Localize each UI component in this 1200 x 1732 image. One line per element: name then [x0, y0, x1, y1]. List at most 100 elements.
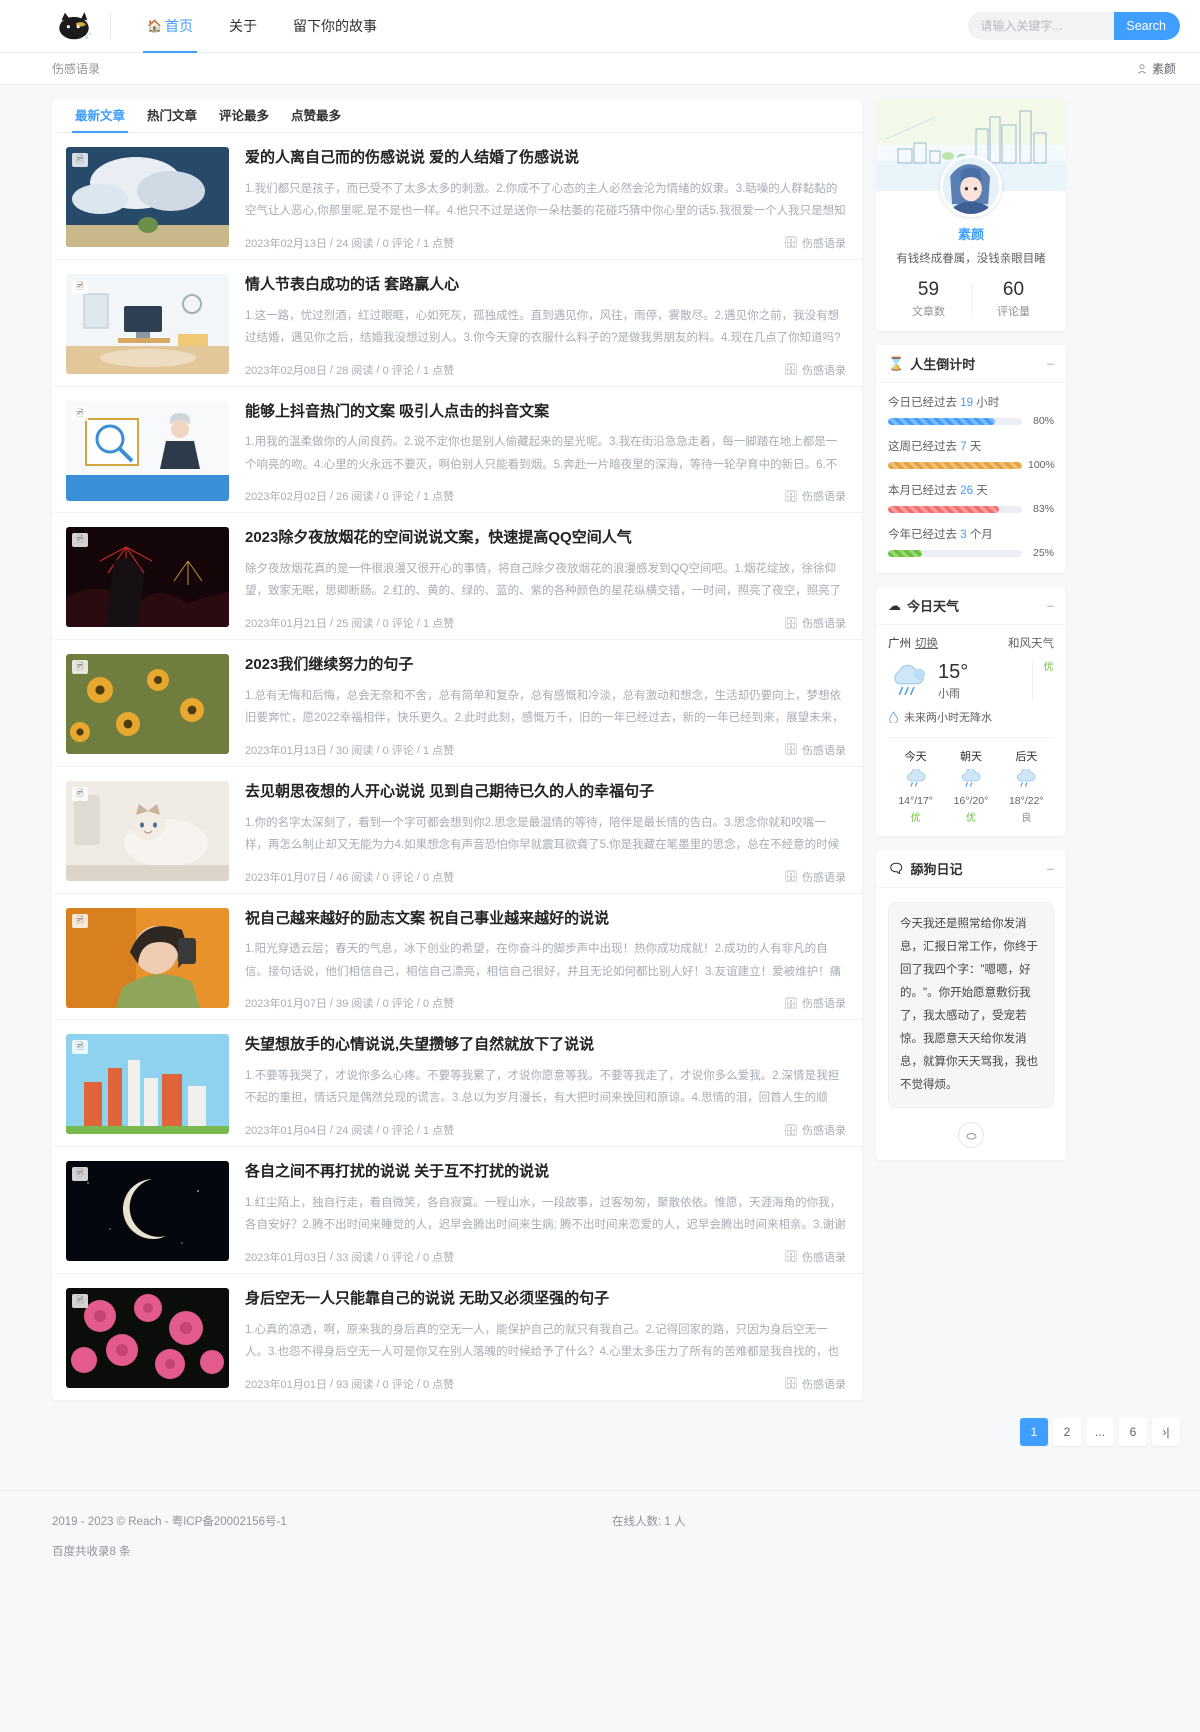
search-input[interactable] — [968, 12, 1115, 40]
article-title[interactable]: 爱的人离自己而的伤感说说 爱的人结婚了伤感说说 — [245, 147, 846, 169]
article-title[interactable]: 祝自己越来越好的励志文案 祝自己事业越来越好的说说 — [245, 908, 846, 930]
article-likes: 0 点赞 — [422, 871, 455, 884]
article-likes: 1 点赞 — [422, 364, 455, 377]
tab-most-likes[interactable]: 点赞最多 — [280, 99, 352, 133]
user-area[interactable]: 素颜 — [1136, 60, 1176, 77]
article-title[interactable]: 情人节表白成功的话 套路赢人心 — [245, 274, 846, 296]
article-item[interactable]: 🖻 能够上抖音热门的文案 吸引人点击的抖音文案 1.用我的温柔做你的人间良药。2.说… — [52, 387, 862, 514]
tab-most-comments[interactable]: 评论最多 — [208, 99, 280, 133]
article-meta: 2023年01月03日 / 33 阅读 / 0 评论 / 0 点赞 🗄 伤感语录 — [245, 1237, 846, 1265]
tab-hot[interactable]: 热门文章 — [136, 99, 208, 133]
article-category[interactable]: 🗄 伤感语录 — [784, 742, 846, 758]
article-date: 2023年01月04日 — [245, 1125, 327, 1137]
page-wrap: 最新文章 热门文章 评论最多 点赞最多 🖻 爱的人离自己而的伤感说说 爱的人结婚了… — [0, 85, 1200, 1400]
article-category[interactable]: 🗄 伤感语录 — [784, 235, 846, 251]
article-title[interactable]: 2023我们继续努力的句子 — [245, 654, 846, 676]
countdown-progress-track — [888, 505, 1022, 513]
article-category[interactable]: 🗄 伤感语录 — [784, 615, 846, 631]
countdown-suffix: 天 — [976, 485, 988, 497]
article-category[interactable]: 🗄 伤感语录 — [784, 488, 846, 504]
article-item[interactable]: 🖻 祝自己越来越好的励志文案 祝自己事业越来越好的说说 1.阳光穿透云层；春天的气息… — [52, 894, 862, 1021]
article-category[interactable]: 🗄 伤感语录 — [784, 1249, 846, 1265]
article-thumbnail[interactable]: 🖻 — [66, 273, 229, 374]
page-button-6[interactable]: 6 — [1119, 1417, 1147, 1446]
forecast-day-quality: 优 — [965, 813, 976, 824]
article-title[interactable]: 能够上抖音热门的文案 吸引人点击的抖音文案 — [245, 401, 846, 423]
article-description: 1.用我的温柔做你的人间良药。2.说不定你也是别人偷藏起来的星光呢。3.我在街沿… — [245, 436, 838, 471]
weather-collapse-button[interactable]: – — [1047, 598, 1054, 613]
nav-link-about[interactable]: 关于 — [211, 0, 275, 53]
article-item[interactable]: 🖻 2023除夕夜放烟花的空间说说文案，快速提高QQ空间人气 除夕夜放烟花真的是一件… — [52, 513, 862, 640]
countdown-title: 人生倒计时 — [910, 357, 976, 372]
tab-latest[interactable]: 最新文章 — [64, 99, 136, 133]
article-category-label: 伤感语录 — [802, 491, 846, 504]
footer-copyright: 2019 - 2023 © Reach - 粤ICP备20002156号-1 — [52, 1515, 287, 1528]
diary-refresh-button[interactable] — [958, 1122, 984, 1148]
breadcrumb[interactable]: 伤感语录 — [52, 60, 100, 77]
meta-sep-3: / — [413, 363, 423, 376]
page-button-ellipsis[interactable]: ... — [1086, 1417, 1114, 1446]
meta-sep-2: / — [373, 1250, 383, 1263]
article-description: 1.不要等我哭了，才说你多么心疼。不要等我累了，才说你愿意等我。不要等我走了，才… — [245, 1070, 840, 1105]
article-body: 身后空无一人只能靠自己的说说 无助又必须坚强的句子 1.心真的凉透，啊，原来我的身… — [245, 1288, 846, 1392]
article-thumbnail[interactable]: 🖻 — [66, 1161, 229, 1261]
article-meta: 2023年01月07日 / 39 阅读 / 0 评论 / 0 点赞 🗄 伤感语录 — [245, 983, 846, 1011]
countdown-bar-wrap: 80% — [888, 415, 1054, 427]
next-page-button[interactable]: ›| — [1152, 1417, 1180, 1446]
article-thumbnail[interactable]: 🖻 — [66, 654, 229, 754]
meta-sep-2: / — [373, 1124, 383, 1136]
nav-link-home[interactable]: 🏠 首页 — [129, 0, 211, 53]
article-item[interactable]: 🖻 情人节表白成功的话 套路赢人心 1.这一路，忧过烈酒，红过眼眶，心如死灰，孤独成… — [52, 260, 862, 387]
article-thumbnail[interactable]: 🖻 — [66, 400, 229, 501]
countdown-label: 这周已经过去 7 天 — [888, 438, 1054, 454]
meta-sep-1: / — [326, 997, 337, 1010]
article-category[interactable]: 🗄 伤感语录 — [784, 1122, 846, 1138]
article-category[interactable]: 🗄 伤感语录 — [784, 869, 846, 885]
avatar[interactable] — [940, 155, 1002, 217]
image-placeholder-icon: 🖻 — [72, 660, 88, 674]
article-thumbnail[interactable]: 🖻 — [66, 527, 229, 628]
profile-name[interactable]: 素颜 — [886, 224, 1056, 243]
article-category[interactable]: 🗄 伤感语录 — [784, 362, 846, 378]
rain-cloud-icon — [1017, 768, 1036, 787]
article-item[interactable]: 🖻 身后空无一人只能靠自己的说说 无助又必须坚强的句子 1.心真的凉透，啊，原来我的… — [52, 1274, 862, 1400]
article-category[interactable]: 🗄 伤感语录 — [784, 995, 846, 1011]
page-button-2[interactable]: 2 — [1053, 1417, 1081, 1446]
article-item[interactable]: 🖻 爱的人离自己而的伤感说说 爱的人结婚了伤感说说 1.我们都只是孩子，而已受不了太… — [52, 133, 862, 260]
article-item[interactable]: 🖻 失望想放手的心情说说,失望攒够了自然就放下了说说 1.不要等我哭了，才说你多么心… — [52, 1020, 862, 1147]
countdown-value: 19 — [960, 397, 973, 409]
article-description: 1.红尘陌上，独自行走，看自微笑，各自寂寞。一程山水，一段故事，过客匆匆，聚散依… — [245, 1196, 846, 1232]
cat-logo[interactable] — [52, 8, 96, 44]
article-title[interactable]: 失望想放手的心情说说,失望攒够了自然就放下了说说 — [245, 1034, 846, 1056]
page-button-1[interactable]: 1 — [1020, 1417, 1048, 1446]
search-button[interactable]: Search — [1114, 12, 1180, 40]
stat-articles-count: 59 — [917, 279, 940, 300]
article-thumbnail[interactable]: 🖻 — [66, 147, 229, 247]
meta-sep-2: / — [373, 363, 383, 376]
countdown-progress-fill — [888, 505, 1000, 513]
rain-cloud-icon — [961, 768, 981, 787]
article-item[interactable]: 🖻 各自之间不再打扰的说说 关于互不打扰的说说 1.红尘陌上，独自行走，看自微笑，各… — [52, 1147, 862, 1274]
article-thumbnail[interactable]: 🖻 — [66, 780, 229, 881]
article-thumbnail[interactable]: 🖻 — [66, 907, 229, 1008]
article-thumbnail[interactable]: 🖻 — [66, 1034, 229, 1135]
article-item[interactable]: 🖻 2023我们继续努力的句子 1.总有无悔和后悔，总会无奈和不舍，总有简单和复杂，… — [52, 640, 862, 767]
article-title[interactable]: 各自之间不再打扰的说说 关于互不打扰的说说 — [245, 1161, 846, 1183]
article-date: 2023年02月02日 — [245, 491, 327, 504]
article-title[interactable]: 身后空无一人只能靠自己的说说 无助又必须坚强的句子 — [245, 1288, 846, 1310]
diary-collapse-button[interactable]: – — [1047, 861, 1054, 876]
forecast-day-label: 朝天 — [959, 751, 982, 763]
diary-footer — [888, 1122, 1054, 1148]
forecast-day: 今天 14°/17° 优 — [888, 748, 943, 824]
article-title[interactable]: 去见朝思夜想的人开心说说 见到自己期待已久的人的幸福句子 — [245, 781, 846, 803]
article-thumbnail[interactable]: 🖻 — [66, 1287, 229, 1388]
nav-link-story[interactable]: 留下你的故事 — [275, 0, 395, 53]
article-item[interactable]: 🖻 去见朝思夜想的人开心说说 见到自己期待已久的人的幸福句子 1.你的名字太深刻了，… — [52, 767, 862, 894]
article-category[interactable]: 🗄 伤感语录 — [784, 1376, 846, 1392]
folder-icon: 🗄 — [784, 617, 798, 630]
folder-icon: 🗄 — [784, 237, 798, 250]
stat-comments: 60 评论量 — [971, 279, 1056, 319]
article-title[interactable]: 2023除夕夜放烟花的空间说说文案，快速提高QQ空间人气 — [245, 527, 846, 549]
weather-switch-city-button[interactable]: 切换 — [915, 635, 938, 651]
countdown-collapse-button[interactable]: – — [1047, 356, 1054, 371]
